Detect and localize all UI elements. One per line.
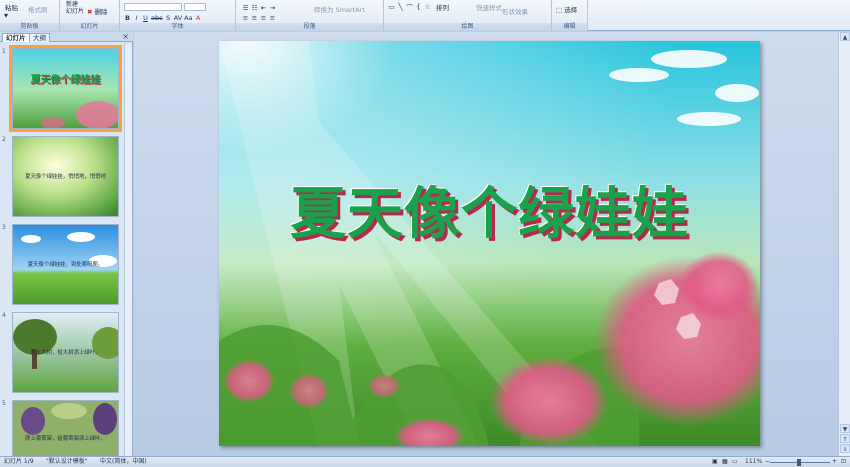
paragraph-group-label: 段落: [236, 23, 383, 31]
alignment-buttons: ≡ ≡ ≡ ≡: [242, 14, 276, 22]
strikethrough-button[interactable]: abc: [151, 14, 163, 22]
thumbnail-slide-3[interactable]: 夏天像个绿娃娃，到处爬呀爬。: [12, 224, 119, 305]
language-indicator[interactable]: 中文(简体，中国): [100, 457, 147, 467]
tab-outline[interactable]: 大纲: [29, 33, 50, 42]
font-group-label: 字体: [120, 23, 235, 31]
paragraph-buttons: ☰ ☷ ⇤ ⇥: [242, 4, 276, 12]
thumbnail-text: 爬上大树，给大树添上绿叶。: [30, 349, 101, 356]
bold-button[interactable]: B: [124, 14, 131, 22]
tab-slides[interactable]: 幻灯片: [2, 33, 30, 42]
justify-icon[interactable]: ≡: [269, 14, 276, 22]
thumbnail-number: 1: [2, 48, 6, 55]
increase-indent-icon[interactable]: ⇥: [269, 4, 276, 12]
thumbnail-number: 4: [2, 312, 6, 319]
numbering-icon[interactable]: ☷: [251, 4, 258, 12]
change-case-button[interactable]: Aa: [184, 14, 192, 22]
slide-editing-area: 夏天像个绿娃娃: [134, 32, 838, 456]
slide-sorter-icon[interactable]: ▦: [722, 457, 728, 467]
star-icon[interactable]: ☆: [424, 3, 431, 13]
thumbnail-number: 2: [2, 136, 6, 143]
clipboard-group: 粘贴 ▾ 格式刷 剪贴板: [0, 0, 60, 31]
bullets-icon[interactable]: ☰: [242, 4, 249, 12]
paste-icon: ▾: [4, 11, 9, 20]
align-left-icon[interactable]: ≡: [242, 14, 249, 22]
status-bar: 幻灯片 1/9 "默认设计模板" 中文(简体，中国) ▣ ▦ ▭ 111% − …: [0, 456, 850, 467]
close-icon[interactable]: ×: [122, 32, 129, 42]
new-slide-button[interactable]: 新建 幻灯片: [66, 1, 84, 15]
slides-group: 新建 幻灯片 ✖ 删除 幻灯片: [60, 0, 120, 31]
zoom-slider-handle[interactable]: [797, 459, 801, 466]
thumbnail-1-image: [13, 49, 118, 128]
drawing-group: ▭ ╲ ⌒ { ☆ 排列 快速样式 形状效果 绘图: [384, 0, 552, 31]
normal-view-icon[interactable]: ▣: [712, 457, 718, 467]
thumbnail-text: 夏天像个绿娃娃: [30, 75, 101, 87]
ribbon: 粘贴 ▾ 格式刷 剪贴板 新建 幻灯片 ✖ 删除 幻灯片 B I U abc S…: [0, 0, 850, 31]
thumbnail-slide-5[interactable]: 爬上葡萄架，给葡萄架添上绿叶。: [12, 400, 119, 456]
thumbnail-text: 夏天像个绿娃娃，悄悄地，悄悄地: [25, 173, 106, 180]
drawing-group-label: 绘图: [384, 23, 551, 31]
underline-button[interactable]: U: [142, 14, 149, 22]
slideshow-icon[interactable]: ▭: [732, 457, 738, 467]
shadow-button[interactable]: S: [165, 14, 172, 22]
thumbnail-slide-1[interactable]: 夏天像个绿娃娃: [9, 45, 122, 132]
delete-label: 删除: [94, 8, 108, 16]
previous-slide-icon[interactable]: ⇑: [840, 434, 850, 443]
select-button[interactable]: ⬚ 选择: [556, 4, 577, 14]
thumbnail-slide-2[interactable]: 夏天像个绿娃娃，悄悄地，悄悄地: [12, 136, 119, 217]
quick-styles-button[interactable]: 快速样式: [476, 2, 502, 12]
shapes-gallery[interactable]: ▭ ╲ ⌒ { ☆: [388, 3, 431, 13]
convert-smartart-button[interactable]: 转换为 SmartArt: [314, 4, 365, 14]
slide-counter: 幻灯片 1/9: [4, 458, 34, 465]
curve-icon[interactable]: ⌒: [406, 3, 413, 13]
zoom-level[interactable]: 111%: [745, 457, 762, 467]
editing-group: ⬚ 选择 编辑: [552, 0, 588, 31]
clipboard-group-label: 剪贴板: [0, 23, 59, 31]
delete-slide-button[interactable]: ✖ 删除: [87, 6, 108, 16]
shape-effects-button[interactable]: 形状效果: [502, 6, 528, 16]
current-slide[interactable]: 夏天像个绿娃娃: [219, 41, 760, 446]
thumbnail-scrollbar[interactable]: [124, 44, 132, 456]
thumbnail-text: 夏天像个绿娃娃，到处爬呀爬。: [27, 261, 104, 268]
bracket-icon[interactable]: {: [415, 3, 422, 13]
thumbnail-number: 5: [2, 400, 6, 407]
italic-button[interactable]: I: [133, 14, 140, 22]
scroll-down-icon[interactable]: ▼: [840, 424, 850, 433]
align-center-icon[interactable]: ≡: [251, 14, 258, 22]
scroll-up-icon[interactable]: ▲: [840, 32, 850, 41]
thumbnail-slide-4[interactable]: 爬上大树，给大树添上绿叶。: [12, 312, 119, 393]
select-label: 选择: [564, 6, 578, 14]
panel-tabs: 幻灯片 大纲 ×: [0, 32, 133, 42]
thumbnail-number: 3: [2, 224, 6, 231]
slide-title[interactable]: 夏天像个绿娃娃: [219, 169, 760, 250]
paragraph-group: ☰ ☷ ⇤ ⇥ 转换为 SmartArt ≡ ≡ ≡ ≡ 段落: [236, 0, 384, 31]
slide-scrollbar[interactable]: ▲ ▼ ⇑ ⇓: [838, 32, 850, 456]
delete-icon: ✖: [87, 8, 93, 16]
next-slide-icon[interactable]: ⇓: [840, 444, 850, 453]
font-size-box[interactable]: [184, 3, 206, 11]
font-group: B I U abc S AV Aa A 字体: [120, 0, 236, 31]
format-painter-button[interactable]: 格式刷: [28, 4, 48, 14]
editing-group-label: 编辑: [552, 23, 587, 31]
decrease-indent-icon[interactable]: ⇤: [260, 4, 267, 12]
slides-group-label: 幻灯片: [60, 23, 119, 31]
thumbnail-5-image: [13, 401, 118, 456]
font-name-box[interactable]: [124, 3, 182, 11]
rectangle-icon[interactable]: ▭: [388, 3, 395, 13]
theme-name: "默认设计模板": [46, 458, 88, 465]
zoom-in-icon[interactable]: +: [832, 457, 837, 467]
slides-panel: 幻灯片 大纲 × 1 夏天像个绿娃娃 2 夏天像个绿娃娃，悄悄地，悄悄地 3 夏…: [0, 32, 133, 456]
fit-window-icon[interactable]: ⊡: [841, 457, 846, 467]
align-right-icon[interactable]: ≡: [260, 14, 267, 22]
arrange-button[interactable]: 排列: [436, 2, 449, 12]
thumbnail-text: 爬上葡萄架，给葡萄架添上绿叶。: [25, 436, 106, 443]
line-icon[interactable]: ╲: [397, 3, 404, 13]
thumbnail-list: 1 夏天像个绿娃娃 2 夏天像个绿娃娃，悄悄地，悄悄地 3 夏天像个绿娃娃，到处…: [0, 44, 125, 456]
font-format-buttons: B I U abc S AV Aa A: [124, 14, 202, 22]
font-color-button[interactable]: A: [195, 14, 202, 22]
select-icon: ⬚: [556, 6, 563, 14]
char-spacing-button[interactable]: AV: [174, 14, 182, 22]
